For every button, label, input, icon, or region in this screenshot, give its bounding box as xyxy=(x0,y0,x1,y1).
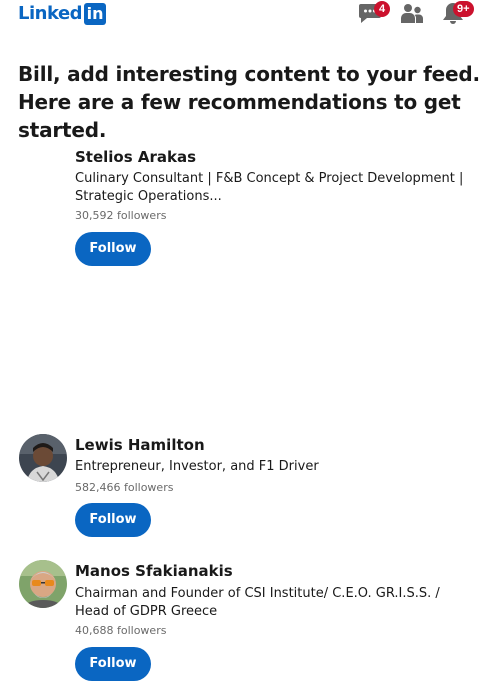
messaging-badge: 4 xyxy=(374,1,390,17)
recommendation-name[interactable]: Manos Sfakianakis xyxy=(75,561,233,581)
notifications-badge: 9+ xyxy=(453,1,474,17)
profile-photo-icon xyxy=(19,434,67,482)
messaging-button[interactable]: 4 xyxy=(357,0,390,30)
profile-photo-icon xyxy=(19,560,67,608)
follow-button[interactable]: Follow xyxy=(75,647,151,681)
logo-box: in xyxy=(84,3,107,25)
logo-text: Linked xyxy=(18,3,83,24)
follower-count: 40,688 followers xyxy=(75,624,167,637)
recommendation-name[interactable]: Stelios Arakas xyxy=(75,147,196,167)
avatar[interactable] xyxy=(19,560,67,608)
my-network-button[interactable] xyxy=(399,0,429,30)
follow-button[interactable]: Follow xyxy=(75,503,151,537)
notifications-button[interactable]: 9+ xyxy=(440,0,474,30)
linkedin-logo[interactable]: Linked in xyxy=(18,2,107,26)
recommendation-headline: Chairman and Founder of CSI Institute/ C… xyxy=(75,586,440,619)
recommendation-headline: Entrepreneur, Investor, and F1 Driver xyxy=(75,459,319,474)
top-navigation-bar: Linked in 4 9+ xyxy=(0,0,500,34)
avatar[interactable] xyxy=(19,434,67,482)
follow-button[interactable]: Follow xyxy=(75,232,151,266)
recommendation-name[interactable]: Lewis Hamilton xyxy=(75,435,205,455)
follower-count: 582,466 followers xyxy=(75,481,174,494)
feed-recommendations-heading: Bill, add interesting content to your fe… xyxy=(18,62,480,142)
recommendation-headline: Culinary Consultant | F&B Concept & Proj… xyxy=(75,171,464,204)
follower-count: 30,592 followers xyxy=(75,209,167,222)
people-icon xyxy=(401,4,423,23)
